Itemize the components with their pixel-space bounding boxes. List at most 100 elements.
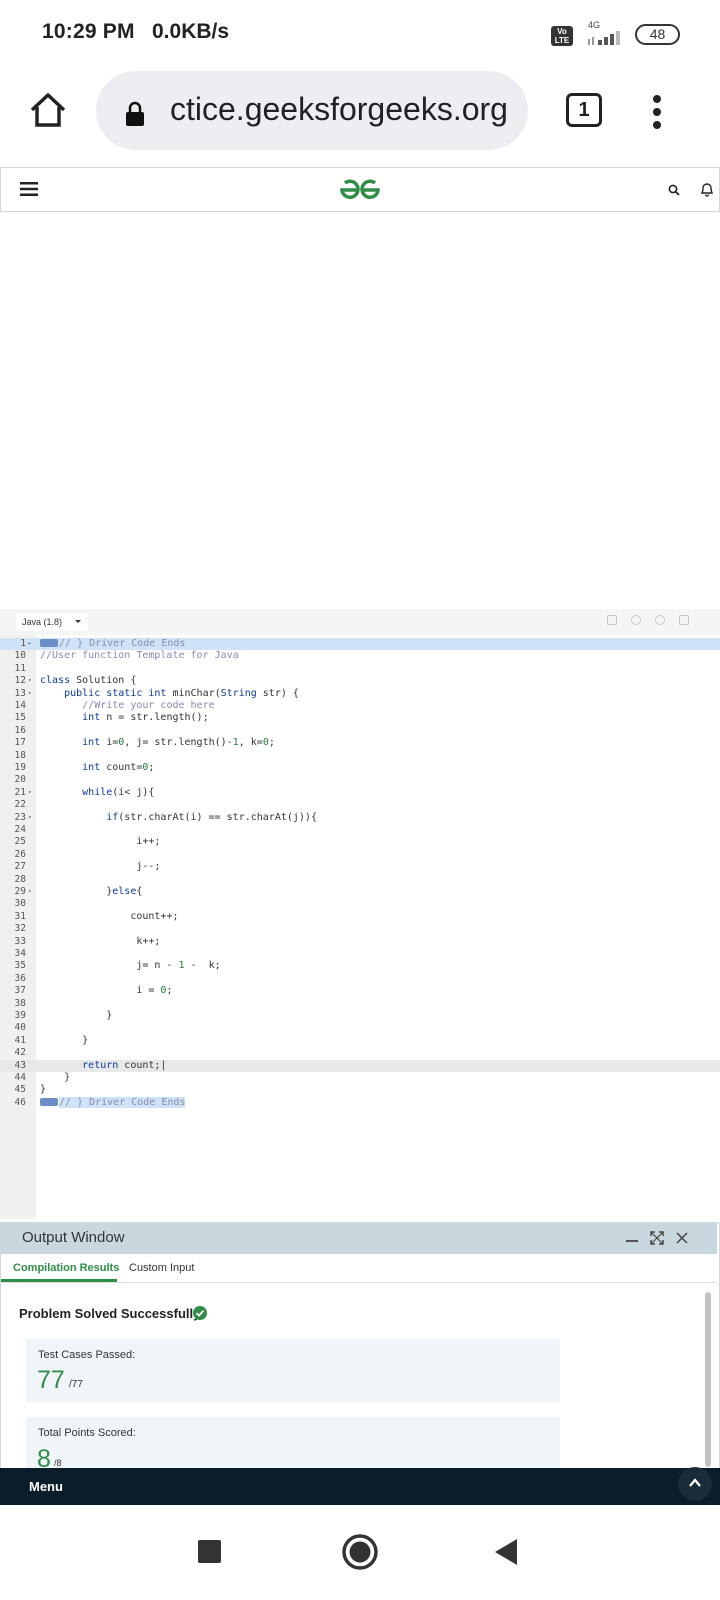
- settings-icon[interactable]: [631, 615, 641, 625]
- code-line[interactable]: 35 j= n - 1 - k;: [0, 960, 720, 972]
- code-line[interactable]: 1 ▸ // } Driver Code Ends: [0, 638, 720, 650]
- reset-icon[interactable]: [655, 615, 665, 625]
- code-text: // } Driver Code Ends: [40, 638, 185, 650]
- recents-icon[interactable]: [198, 1540, 221, 1563]
- code-line[interactable]: 45}: [0, 1084, 720, 1096]
- folded-code-marker[interactable]: [40, 639, 58, 647]
- code-line[interactable]: 31 count++;: [0, 911, 720, 923]
- status-time: 10:29 PM: [42, 20, 135, 43]
- line-number: 46: [14, 1096, 26, 1108]
- line-number: 35: [14, 960, 26, 972]
- code-line[interactable]: 30: [0, 898, 720, 910]
- code-line[interactable]: 18: [0, 750, 720, 762]
- line-number: 40: [14, 1022, 26, 1034]
- result-status: Problem Solved Successfully: [19, 1306, 201, 1321]
- test-cases-label: Test Cases Passed:: [38, 1349, 136, 1361]
- code-line[interactable]: 39 }: [0, 1010, 720, 1022]
- code-text: }: [40, 1072, 71, 1083]
- line-number: 17: [14, 737, 26, 749]
- code-line[interactable]: 37 i = 0;: [0, 985, 720, 997]
- tab-custom-input[interactable]: Custom Input: [129, 1262, 194, 1274]
- code-text: public static int minChar(String str) {: [64, 687, 299, 699]
- chevron-down-icon: [75, 620, 81, 623]
- expand-icon[interactable]: [650, 1231, 664, 1245]
- signal-icon: [588, 31, 620, 45]
- points-label: Total Points Scored:: [38, 1427, 136, 1439]
- search-icon[interactable]: [668, 184, 680, 196]
- code-line[interactable]: 43 return count;|: [0, 1059, 720, 1072]
- code-line[interactable]: 17 int i=0, j= str.length()-1, k=0;: [0, 737, 720, 749]
- line-number: 25: [14, 836, 26, 848]
- home-icon[interactable]: [28, 90, 68, 130]
- code-line[interactable]: 41 }: [0, 1035, 720, 1047]
- check-icon: [193, 1306, 207, 1320]
- code-line[interactable]: 36: [0, 973, 720, 985]
- code-line[interactable]: 19 int count=0;: [0, 762, 720, 774]
- line-number: 16: [14, 724, 26, 736]
- tab-compilation-results[interactable]: Compilation Results: [13, 1262, 119, 1274]
- line-number: 1: [20, 638, 26, 649]
- hamburger-icon[interactable]: [20, 182, 38, 196]
- code-line[interactable]: 10 //User function Template for Java: [0, 650, 720, 662]
- url-text[interactable]: ctice.geeksforgeeks.org: [170, 91, 508, 128]
- code-text: k++;: [136, 935, 161, 947]
- code-line[interactable]: 42: [0, 1047, 720, 1059]
- code-line[interactable]: 26: [0, 849, 720, 861]
- code-line[interactable]: 29 ▾ }else{: [0, 886, 720, 898]
- code-line[interactable]: 25 i++;: [0, 836, 720, 848]
- gfg-logo[interactable]: [339, 179, 381, 201]
- code-line[interactable]: 24: [0, 824, 720, 836]
- points-total: /8: [54, 1458, 62, 1468]
- code-line[interactable]: 22: [0, 799, 720, 811]
- code-line[interactable]: 27 j--;: [0, 861, 720, 873]
- fold-toggle-icon[interactable]: ▾: [28, 812, 32, 824]
- line-number: 24: [14, 824, 26, 835]
- line-number: 33: [14, 935, 26, 947]
- volte-badge: Vo LTE: [551, 26, 573, 46]
- code-line[interactable]: 14 //Write your code here: [0, 700, 720, 712]
- code-line[interactable]: 12 ▾ class Solution {: [0, 675, 720, 687]
- code-line[interactable]: 21 ▾ while(i< j){: [0, 787, 720, 799]
- line-number: 27: [14, 861, 26, 873]
- code-line[interactable]: 16: [0, 725, 720, 737]
- code-line[interactable]: 40: [0, 1022, 720, 1034]
- code-text: }else{: [106, 886, 143, 897]
- menu-button[interactable]: Menu: [29, 1479, 63, 1494]
- code-line[interactable]: 33 k++;: [0, 936, 720, 948]
- fold-toggle-icon[interactable]: ▾: [28, 688, 32, 700]
- folded-code-marker[interactable]: [40, 1097, 58, 1106]
- code-line[interactable]: 23 ▾ if(str.charAt(i) == str.charAt(j)){: [0, 812, 720, 824]
- minimize-icon[interactable]: [626, 1240, 638, 1242]
- code-line[interactable]: 28: [0, 874, 720, 886]
- code-line[interactable]: 20: [0, 774, 720, 786]
- line-number: 42: [14, 1047, 26, 1059]
- code-text: j--;: [136, 861, 161, 873]
- code-line[interactable]: 46 // } Driver Code Ends: [0, 1096, 720, 1109]
- lock-icon: [126, 101, 144, 126]
- tabs-button[interactable]: 1: [566, 93, 602, 127]
- back-icon[interactable]: [494, 1538, 518, 1566]
- bell-icon[interactable]: [700, 181, 714, 197]
- code-line[interactable]: 44 }: [0, 1072, 720, 1084]
- copy-icon[interactable]: [607, 615, 617, 625]
- fold-toggle-icon[interactable]: ▾: [28, 675, 32, 687]
- fullscreen-icon[interactable]: [679, 615, 689, 625]
- code-line[interactable]: 11: [0, 663, 720, 675]
- home-nav-icon[interactable]: [342, 1534, 378, 1570]
- test-cases-passed: 77: [37, 1366, 65, 1394]
- close-icon[interactable]: [676, 1232, 688, 1244]
- fold-toggle-icon[interactable]: ▸: [28, 638, 32, 650]
- line-number: 15: [14, 712, 26, 724]
- line-number: 28: [14, 873, 26, 885]
- code-line[interactable]: 32: [0, 923, 720, 935]
- battery-indicator: 48: [635, 24, 680, 45]
- output-scrollbar[interactable]: [705, 1292, 711, 1467]
- fold-toggle-icon[interactable]: ▾: [28, 886, 32, 898]
- code-line[interactable]: 13 ▾ public static int minChar(String str…: [0, 688, 720, 700]
- code-line[interactable]: 38: [0, 998, 720, 1010]
- code-line[interactable]: 34: [0, 948, 720, 960]
- fold-toggle-icon[interactable]: ▾: [28, 787, 32, 799]
- line-number: 36: [14, 972, 26, 984]
- code-line[interactable]: 15 int n = str.length();: [0, 712, 720, 724]
- overflow-menu-icon[interactable]: [652, 94, 662, 130]
